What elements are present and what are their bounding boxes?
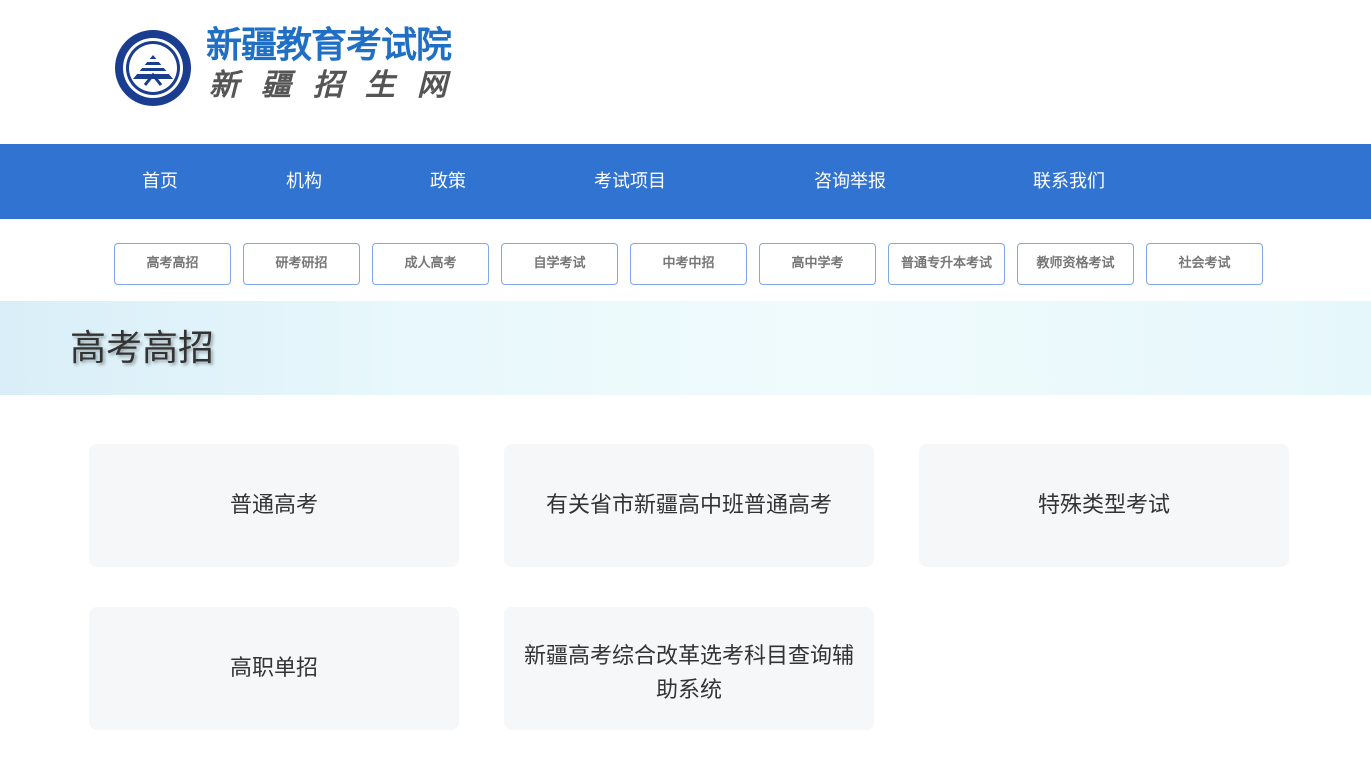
section-banner: 高考高招 — [0, 301, 1371, 395]
category-button-upgrade[interactable]: 普通专升本考试 — [888, 243, 1005, 285]
section-title: 高考高招 — [70, 328, 215, 369]
site-header: · · · · · 新疆教育考试院 新疆招生网 — [0, 0, 1371, 144]
card-xinjiang-class-gaokao[interactable]: 有关省市新疆高中班普通高考 — [504, 444, 874, 567]
exam-authority-emblem-icon[interactable]: · · · · · — [114, 29, 192, 107]
site-subtitle: 新疆招生网 — [209, 68, 469, 103]
nav-item-organization[interactable]: 机构 — [286, 144, 322, 219]
card-regular-gaokao[interactable]: 普通高考 — [89, 444, 459, 567]
site-title: 新疆教育考试院 — [206, 25, 452, 66]
category-button-adult[interactable]: 成人高考 — [372, 243, 489, 285]
category-button-teacher-cert[interactable]: 教师资格考试 — [1017, 243, 1134, 285]
card-label: 普通高考 — [229, 492, 318, 518]
card-subject-query-system[interactable]: 新疆高考综合改革选考科目查询辅助系统 — [504, 607, 874, 730]
card-label: 有关省市新疆高中班普通高考 — [545, 492, 832, 518]
category-button-gaokao[interactable]: 高考高招 — [114, 243, 231, 285]
category-button-self-study[interactable]: 自学考试 — [501, 243, 618, 285]
nav-item-exam-projects[interactable]: 考试项目 — [594, 144, 666, 219]
exam-category-bar: 高考高招 研考研招 成人高考 自学考试 中考中招 高中学考 普通专升本考试 教师… — [0, 219, 1371, 301]
card-label: 高职单招 — [229, 655, 318, 681]
svg-text:· · · · ·: · · · · · — [146, 37, 161, 43]
category-button-zhongkao[interactable]: 中考中招 — [630, 243, 747, 285]
nav-item-policy[interactable]: 政策 — [430, 144, 466, 219]
card-label: 特殊类型考试 — [1037, 492, 1170, 518]
category-button-social[interactable]: 社会考试 — [1146, 243, 1263, 285]
category-button-graduate[interactable]: 研考研招 — [243, 243, 360, 285]
nav-item-consult-report[interactable]: 咨询举报 — [814, 144, 886, 219]
nav-item-contact-us[interactable]: 联系我们 — [1033, 144, 1105, 219]
main-navigation: 首页 机构 政策 考试项目 咨询举报 联系我们 — [0, 144, 1371, 219]
card-vocational-admission[interactable]: 高职单招 — [89, 607, 459, 730]
card-special-exams[interactable]: 特殊类型考试 — [919, 444, 1289, 567]
category-button-academic-test[interactable]: 高中学考 — [759, 243, 876, 285]
card-label: 新疆高考综合改革选考科目查询辅助系统 — [523, 644, 854, 703]
nav-item-home[interactable]: 首页 — [142, 144, 178, 219]
